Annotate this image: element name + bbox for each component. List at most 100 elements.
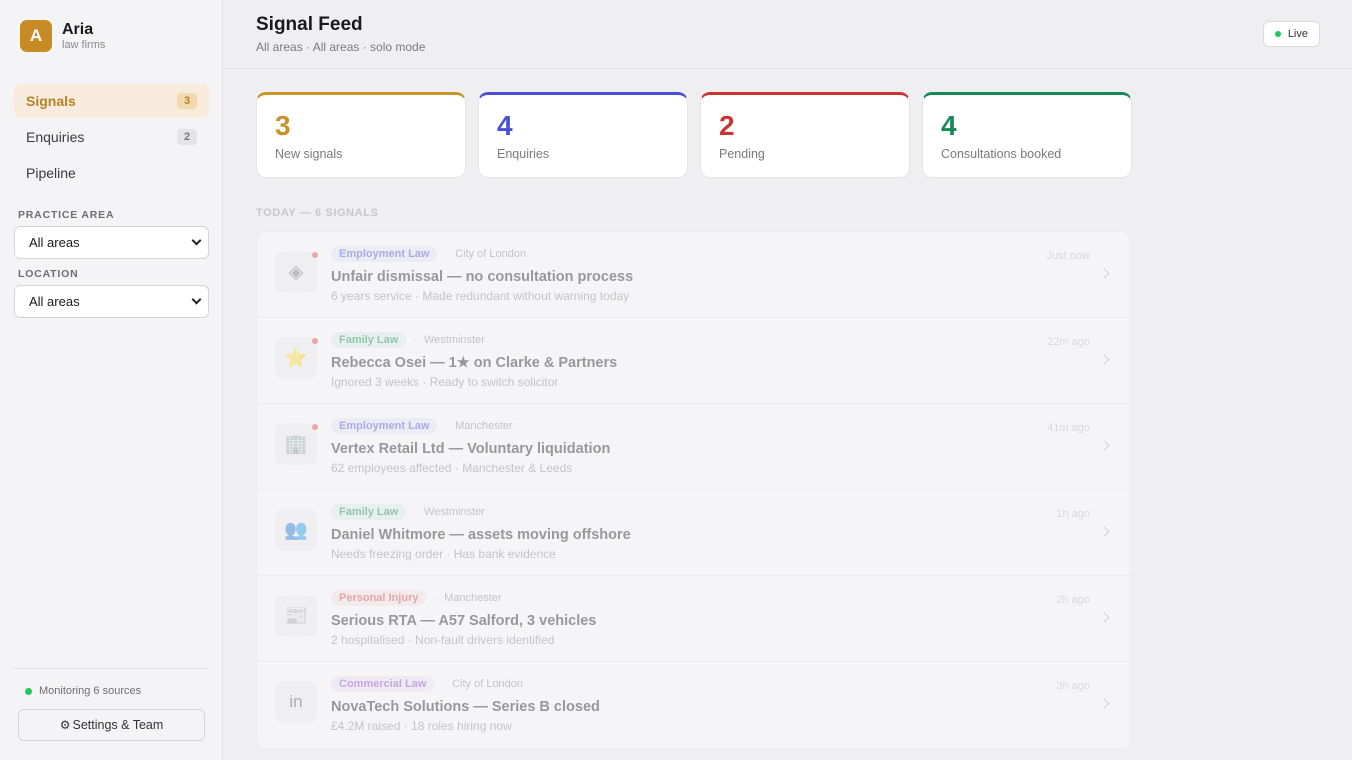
live-indicator[interactable]: Live [1262,21,1320,47]
people-icon: 👥 [275,509,317,551]
meta-separator: · [444,420,449,432]
meta-separator: · [441,678,446,690]
signal-row[interactable]: ◈ Employment Law · City of London Unfair dis… [257,232,1130,318]
practice-tag: Employment Law [331,246,438,262]
sidebar-item-enquiries[interactable]: Enquiries 2 [14,120,209,154]
signal-description: £4.2M raised · 18 roles hiring now [331,719,512,733]
sidebar-item-pipeline[interactable]: Pipeline [14,156,209,190]
signal-location: Manchester [444,592,502,604]
signal-row[interactable]: 👥 Family Law · Westminster Daniel Whitmore —… [257,490,1130,576]
signal-row[interactable]: ⭐ Family Law · Westminster Rebecca Osei — 1★… [257,318,1130,404]
meta-separator: · [433,592,438,604]
star-icon: ⭐ [275,337,317,379]
signal-location: Westminster [423,506,485,518]
practice-tag: Personal Injury [331,590,427,606]
stat-label: Pending [719,147,765,161]
signal-description: Needs freezing order · Has bank evidence [331,547,556,561]
signal-title: Rebecca Osei — 1★ on Clarke & Partners [331,355,618,371]
signal-time: 2h ago [1056,594,1090,606]
signal-description: 2 hospitalised · Non-fault drivers ident… [331,633,555,647]
chevron-right-icon [1099,268,1110,279]
signal-time: 41m ago [1047,422,1090,434]
page-header: Signal Feed All areas · All areas · solo… [224,0,1352,69]
brand-name: Aria [62,21,94,38]
signal-title: Daniel Whitmore — assets moving offshore [331,527,631,543]
count-badge: 2 [177,129,197,145]
signal-meta: Family Law · Westminster [331,504,485,520]
building-icon: 🏢 [275,423,317,465]
brand[interactable]: A Aria law firms [20,20,105,52]
signal-location: Westminster [423,334,485,346]
feed-section-label: TODAY — 6 SIGNALS [256,207,379,219]
practice-tag: Employment Law [331,418,438,434]
settings-label: Settings & Team [72,718,164,732]
stat-card-pending[interactable]: 2 Pending [700,92,910,178]
sidebar-item-signals[interactable]: Signals 3 [14,84,209,118]
location-label: LOCATION [18,268,79,280]
signal-location: City of London [455,248,527,260]
stat-card-enquiries[interactable]: 4 Enquiries [478,92,688,178]
settings-team-button[interactable]: ⚙ Settings & Team [18,709,205,741]
live-dot-icon [1274,31,1281,37]
unread-dot-icon [312,338,318,344]
diamond-icon: ◈ [275,251,317,293]
stat-label: Consultations booked [941,147,1062,161]
sidebar-nav: Signals 3 Enquiries 2 Pipeline [14,84,209,192]
chevron-down-icon [191,294,202,305]
signal-title: NovaTech Solutions — Series B closed [331,699,600,715]
practice-area-value: All areas [29,235,80,250]
sidebar-item-label: Enquiries [26,129,85,145]
practice-tag: Family Law [331,504,407,520]
page-subtitle: All areas · All areas · solo mode [256,40,426,54]
stats-row: 3 New signals 4 Enquiries 2 Pending 4 Co… [256,92,1144,178]
signal-description: Ignored 3 weeks · Ready to switch solici… [331,375,559,389]
brand-subtitle: law firms [62,39,106,51]
stat-value: 4 [941,110,957,141]
location-select[interactable]: All areas [14,285,209,318]
page-title: Signal Feed [256,14,363,35]
meta-separator: · [444,248,449,260]
signal-description: 6 years service · Made redundant without… [331,289,630,303]
signal-meta: Family Law · Westminster [331,332,485,348]
chevron-right-icon [1099,354,1110,365]
count-badge: 3 [177,93,197,109]
stat-card-new-signals[interactable]: 3 New signals [256,92,466,178]
signal-title: Unfair dismissal — no consultation proce… [331,269,634,285]
stat-label: Enquiries [497,147,550,161]
sidebar: A Aria law firms Signals 3 Enquiries 2 P… [0,0,223,760]
practice-tag: Commercial Law [331,676,435,692]
chevron-right-icon [1099,526,1110,537]
meta-separator: · [413,334,417,346]
chevron-right-icon [1099,698,1110,709]
status-dot-icon [25,687,32,695]
stat-label: New signals [275,147,343,161]
practice-tag: Family Law [331,332,407,348]
location-value: All areas [29,294,80,309]
signal-row[interactable]: in Commercial Law · City of London NovaTech … [257,662,1130,748]
signal-meta: Employment Law · City of London [331,246,526,262]
signal-time: Just now [1046,250,1090,262]
signal-location: City of London [452,678,524,690]
sidebar-footer: Monitoring 6 sources ⚙ Settings & Team [14,668,209,741]
signal-time: 22m ago [1047,336,1090,348]
signal-row[interactable]: 📰 Personal Injury · Manchester Serious RTA —… [257,576,1130,662]
practice-area-select[interactable]: All areas [14,226,209,259]
unread-dot-icon [312,424,318,430]
sidebar-item-label: Signals [26,93,76,109]
signal-feed: ◈ Employment Law · City of London Unfair dis… [256,231,1131,749]
chevron-right-icon [1099,440,1110,451]
monitor-text: Monitoring 6 sources [39,685,142,697]
signal-meta: Employment Law · Manchester [331,418,513,434]
stat-value: 2 [719,110,735,141]
stat-card-consultations[interactable]: 4 Consultations booked [922,92,1132,178]
signal-description: 62 employees affected · Manchester & Lee… [331,461,573,475]
signal-meta: Commercial Law · City of London [331,676,523,692]
gear-icon: ⚙ [59,718,71,732]
signal-meta: Personal Injury · Manchester [331,590,502,606]
chevron-right-icon [1099,612,1110,623]
signal-row[interactable]: 🏢 Employment Law · Manchester Vertex Retail … [257,404,1130,490]
monitor-status: Monitoring 6 sources [25,685,141,697]
stat-value: 3 [275,110,291,141]
sidebar-item-label: Pipeline [26,165,76,181]
signal-title: Vertex Retail Ltd — Voluntary liquidatio… [331,441,611,457]
